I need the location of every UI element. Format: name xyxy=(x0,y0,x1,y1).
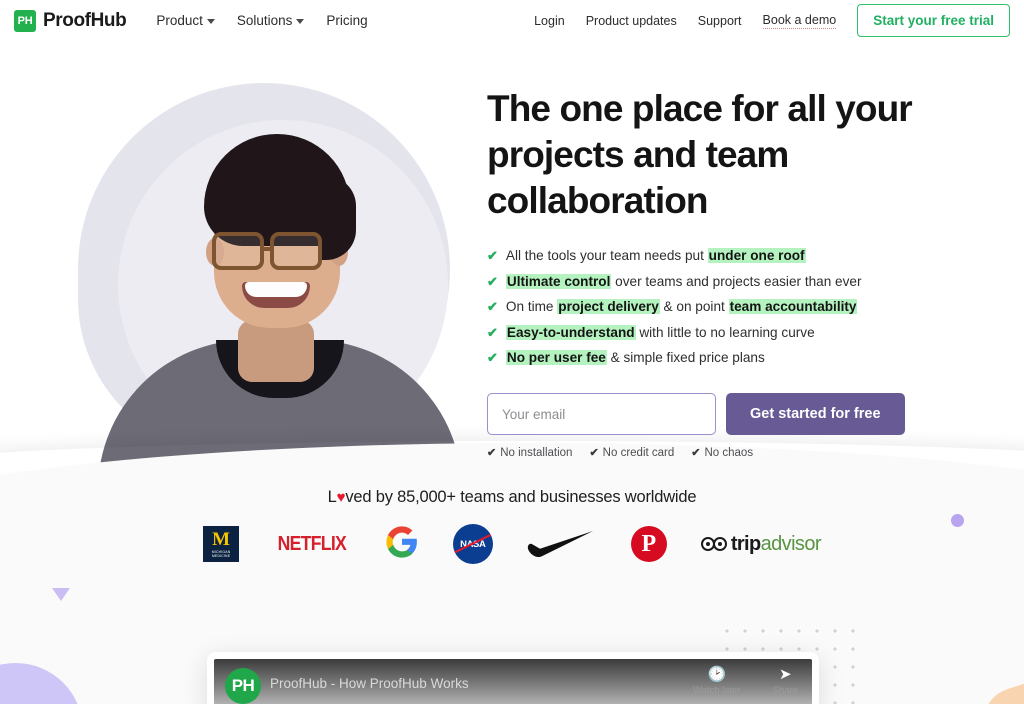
assurance-label: No credit card xyxy=(602,446,675,459)
nike-logo-icon xyxy=(527,531,597,558)
pinterest-logo-icon: P xyxy=(630,526,667,562)
assurances-row: ✔ No installation ✔ No credit card ✔ No … xyxy=(487,446,957,460)
social-proof-headline: L♥ved by 85,000+ teams and businesses wo… xyxy=(327,488,697,506)
nav-login[interactable]: Login xyxy=(534,14,565,28)
signup-form: Get started for free xyxy=(487,393,957,435)
get-started-button[interactable]: Get started for free xyxy=(726,393,905,435)
list-item: ✔ Ultimate control over teams and projec… xyxy=(487,271,957,293)
nav-support[interactable]: Support xyxy=(698,14,742,28)
site-header: PH ProofHub Product Solutions Pricing Lo… xyxy=(0,0,1024,41)
assurance-no-chaos: ✔ No chaos xyxy=(691,446,754,460)
share-label: Share xyxy=(772,685,798,696)
check-icon: ✔ xyxy=(487,248,498,263)
assurance-no-installation: ✔ No installation xyxy=(487,446,573,460)
share-button[interactable]: ➤ Share xyxy=(772,666,798,697)
list-item: ✔ On time project delivery & on point te… xyxy=(487,296,957,318)
assurance-no-credit-card: ✔ No credit card xyxy=(589,446,675,460)
tripadvisor-owl-icon xyxy=(700,537,727,551)
logo-proofhub[interactable]: PH ProofHub xyxy=(14,9,127,32)
hero-section: The one place for all your projects and … xyxy=(487,86,957,459)
google-logo-icon xyxy=(385,525,419,564)
nav-item-solutions[interactable]: Solutions xyxy=(237,13,305,28)
benefit-text: Ultimate control over teams and projects… xyxy=(505,273,862,289)
email-field[interactable] xyxy=(487,393,716,435)
google-g-glyph xyxy=(386,525,417,558)
start-free-trial-button[interactable]: Start your free trial xyxy=(857,4,1010,37)
check-icon: ✔ xyxy=(487,324,498,340)
hero-photo-woman-with-glasses xyxy=(90,72,470,500)
video-actions: 🕑 Watch later ➤ Share xyxy=(692,666,798,697)
utility-nav: Login Product updates Support Book a dem… xyxy=(534,4,1010,37)
assurance-label: No installation xyxy=(500,446,573,459)
chevron-down-icon xyxy=(206,19,215,24)
proofhub-mark-icon: PH xyxy=(14,9,36,32)
logo-text: ProofHub xyxy=(43,9,127,31)
check-icon: ✔ xyxy=(691,447,701,459)
check-icon: ✔ xyxy=(487,350,498,365)
watch-later-button[interactable]: 🕑 Watch later xyxy=(692,666,741,697)
youtube-player[interactable]: PH ProofHub - How ProofHub Works 🕑 Watch… xyxy=(214,659,812,704)
channel-avatar[interactable]: PH xyxy=(225,668,261,704)
video-embed-card[interactable]: PH ProofHub - How ProofHub Works 🕑 Watch… xyxy=(207,652,819,704)
nav-item-pricing[interactable]: Pricing xyxy=(326,13,367,28)
social-proof-section: L♥ved by 85,000+ teams and businesses wo… xyxy=(0,488,1024,564)
nasa-logo-icon: NASA xyxy=(452,524,493,564)
list-item: ✔ All the tools your team needs put unde… xyxy=(487,245,957,267)
share-arrow-icon: ➤ xyxy=(779,666,792,683)
page-title: The one place for all your projects and … xyxy=(487,88,913,221)
nav-item-product[interactable]: Product xyxy=(156,13,215,28)
landing-page: PH ProofHub Product Solutions Pricing Lo… xyxy=(0,0,1024,704)
clock-icon: 🕑 xyxy=(707,666,727,683)
nav-item-product-label: Product xyxy=(156,13,203,28)
tripadvisor-logo-icon: tripadvisor xyxy=(700,533,822,556)
check-icon: ✔ xyxy=(589,447,599,459)
benefit-text: All the tools your team needs put under … xyxy=(505,248,806,263)
michigan-medicine-logo-icon: M MICHIGAN MEDICINE xyxy=(203,526,240,562)
video-title[interactable]: ProofHub - How ProofHub Works xyxy=(270,676,469,691)
hero-benefits-list: ✔ All the tools your team needs put unde… xyxy=(487,245,957,369)
list-item: ✔ Easy-to-understand with little to no l… xyxy=(487,322,957,344)
benefit-text: No per user fee & simple fixed price pla… xyxy=(505,350,765,365)
chevron-down-icon xyxy=(296,19,305,24)
customer-logo-row: M MICHIGAN MEDICINE NETFLIX NASA xyxy=(0,524,1024,564)
netflix-logo-icon: NETFLIX xyxy=(277,532,347,555)
benefit-text: Easy-to-understand with little to no lea… xyxy=(505,324,815,340)
nav-product-updates[interactable]: Product updates xyxy=(586,14,677,28)
assurance-label: No chaos xyxy=(704,446,754,459)
nav-item-solutions-label: Solutions xyxy=(236,13,293,28)
check-icon: ✔ xyxy=(487,273,498,289)
primary-nav: Product Solutions Pricing xyxy=(156,13,367,28)
check-icon: ✔ xyxy=(487,447,497,459)
nav-item-pricing-label: Pricing xyxy=(326,13,368,28)
check-icon: ✔ xyxy=(487,299,498,314)
watch-later-label: Watch later xyxy=(692,685,741,696)
benefit-text: On time project delivery & on point team… xyxy=(505,299,858,314)
list-item: ✔ No per user fee & simple fixed price p… xyxy=(487,347,957,369)
nav-book-a-demo[interactable]: Book a demo xyxy=(762,13,837,29)
triangle-decoration-icon xyxy=(52,588,70,601)
